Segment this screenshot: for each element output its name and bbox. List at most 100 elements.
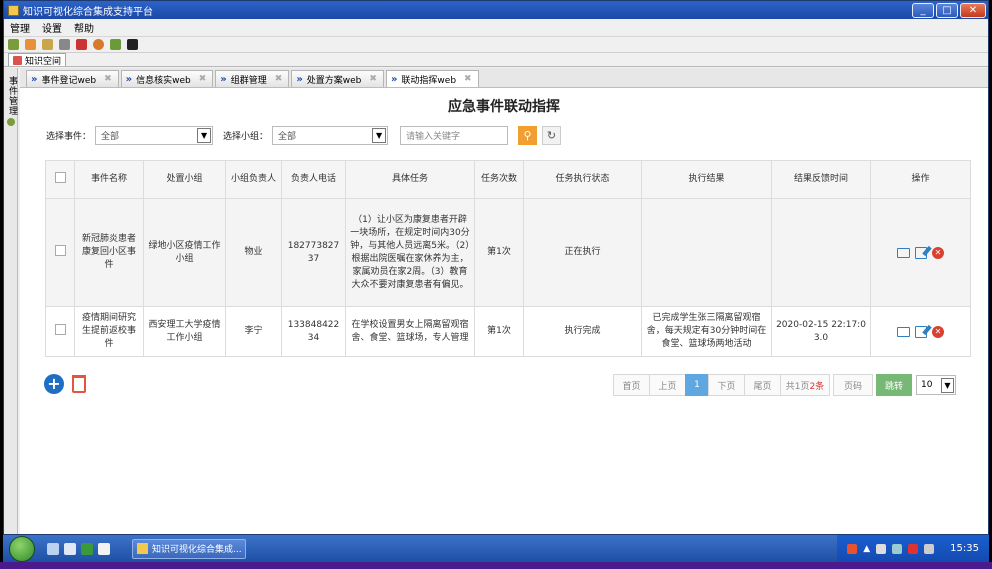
media-icon[interactable] [98,542,110,555]
page-total-pages: 共1页 [785,381,810,392]
menu-manage[interactable]: 管理 [10,20,30,35]
select-all-checkbox-cell [45,160,75,199]
tab-label: 组群管理 [230,75,267,86]
chevron-down-icon[interactable]: ▼ [941,377,954,393]
cell-group: 西安理工大学疫情工作小组 [143,306,226,357]
add-icon[interactable]: + [44,374,64,394]
search-button[interactable]: ⚲ [518,125,538,145]
edit-icon[interactable] [110,39,121,50]
tab-arrow-icon: » [125,73,133,85]
side-panel: 事件管理 [4,68,19,534]
tab-close-icon[interactable]: ✖ [199,74,207,84]
chevron-down-icon[interactable]: ▼ [372,127,387,143]
space-tab-label: 知识空间 [25,56,62,67]
taskbar-app-item[interactable]: 知识可视化综合集成... [132,538,246,559]
security-icon[interactable] [908,543,919,554]
folder-icon[interactable] [42,39,53,50]
tab-arrow-icon: » [31,73,38,85]
first-page-button[interactable]: 首页 [613,374,650,396]
network-icon[interactable] [892,543,903,554]
prev-page-button[interactable]: 上页 [649,374,686,396]
tray-expand-icon[interactable]: ▲ [863,544,870,554]
edit-icon[interactable] [915,325,927,338]
row-checkbox[interactable] [54,244,66,256]
row-checkbox[interactable] [54,323,66,335]
table-row[interactable]: 疫情期间研究生提前返校事件 西安理工大学疫情工作小组 李宁 1338484223… [45,306,971,357]
delete-icon[interactable]: ✕ [932,246,944,259]
app-icon [137,543,148,554]
tab-group-manage[interactable]: » 组群管理 ✖ [215,70,290,87]
page-total-count: 2条 [809,381,825,392]
rss-icon[interactable] [25,39,36,50]
row-checkbox-cell [45,306,75,357]
open-folder-icon[interactable] [897,326,910,337]
table-row[interactable]: 新冠肺炎患者康复回小区事件 绿地小区疫情工作小组 物业 18277382737 … [45,198,971,307]
title-bar: 知识可视化综合集成支持平台 _ □ ✕ [4,1,988,19]
menu-help[interactable]: 帮助 [74,20,94,35]
cell-status: 执行完成 [523,306,642,357]
tab-close-icon[interactable]: ✖ [104,74,112,84]
event-select[interactable]: 全部 ▼ [95,125,214,145]
cell-actions: ✕ [870,306,971,357]
select-all-checkbox[interactable] [54,171,66,183]
desktop-icon[interactable] [47,542,59,555]
cell-actions: ✕ [870,198,971,307]
refresh-icon: ↻ [546,128,557,142]
tab-knowledge-space[interactable]: 知识空间 [8,53,67,67]
col-actions: 操作 [870,160,971,199]
app-icon [8,4,19,16]
ime-icon[interactable] [847,543,858,554]
tab-disposal-plan[interactable]: » 处置方案web ✖ [291,70,384,87]
home-icon[interactable] [8,39,19,50]
next-page-button[interactable]: 下页 [708,374,745,396]
cell-result: 已完成学生张三隔离留观宿舍，每天规定有30分钟时间在食堂、篮球场两地活动 [641,306,772,357]
quick-launch [47,542,110,555]
volume-icon[interactable] [924,543,935,554]
maximize-button[interactable]: □ [936,2,958,18]
tab-close-icon[interactable]: ✖ [369,74,377,84]
tab-linkage-command[interactable]: » 联动指挥web ✖ [385,70,479,87]
app-window: 知识可视化综合集成支持平台 _ □ ✕ 管理 设置 帮助 知识空间 事件管理 »… [3,0,989,535]
side-globe-icon[interactable] [7,118,15,126]
document-icon[interactable] [59,39,70,50]
toolbar [4,37,988,53]
group-filter-label: 选择小组： [223,131,269,142]
delete-icon[interactable]: ✕ [932,325,944,338]
tab-close-icon[interactable]: ✖ [275,74,283,84]
jump-button[interactable]: 跳转 [876,374,912,396]
tree-icon[interactable] [81,542,93,555]
start-button[interactable] [9,535,35,562]
tab-info-verify[interactable]: » 信息核实web ✖ [120,70,214,87]
edit-icon[interactable] [915,246,927,259]
cell-status: 正在执行 [523,198,642,307]
cell-group: 绿地小区疫情工作小组 [143,198,226,307]
explorer-icon[interactable] [64,542,76,555]
tab-close-icon[interactable]: ✖ [464,74,472,84]
page-size-select[interactable]: 10 ▼ [916,375,956,395]
page-title: 应急事件联动指挥 [448,99,560,115]
window-title: 知识可视化综合集成支持平台 [23,6,153,18]
cell-count: 第1次 [474,306,524,357]
cell-feedback-time [771,198,871,307]
tools-icon[interactable] [76,39,87,50]
last-page-button[interactable]: 尾页 [744,374,781,396]
col-phone: 负责人电话 [281,160,346,199]
col-event-name: 事件名称 [74,160,144,199]
screen-icon[interactable] [127,39,138,50]
menu-settings[interactable]: 设置 [42,20,62,35]
side-label[interactable]: 事件管理 [6,76,19,116]
chevron-down-icon[interactable]: ▼ [197,127,212,143]
page-1-button[interactable]: 1 [685,374,709,396]
trash-icon[interactable] [72,375,86,393]
search-icon: ⚲ [523,128,532,142]
close-button[interactable]: ✕ [960,2,986,18]
group-select[interactable]: 全部 ▼ [272,125,389,145]
page-number-input[interactable]: 页码 [833,374,873,396]
keyword-input[interactable]: 请输入关键字 [400,125,509,145]
user-icon[interactable] [93,39,104,50]
reset-button[interactable]: ↻ [542,125,562,145]
minimize-button[interactable]: _ [912,2,934,18]
keyboard-icon[interactable] [876,543,887,554]
col-task: 具体任务 [345,160,475,199]
tab-event-register[interactable]: » 事件登记web ✖ [26,70,119,87]
